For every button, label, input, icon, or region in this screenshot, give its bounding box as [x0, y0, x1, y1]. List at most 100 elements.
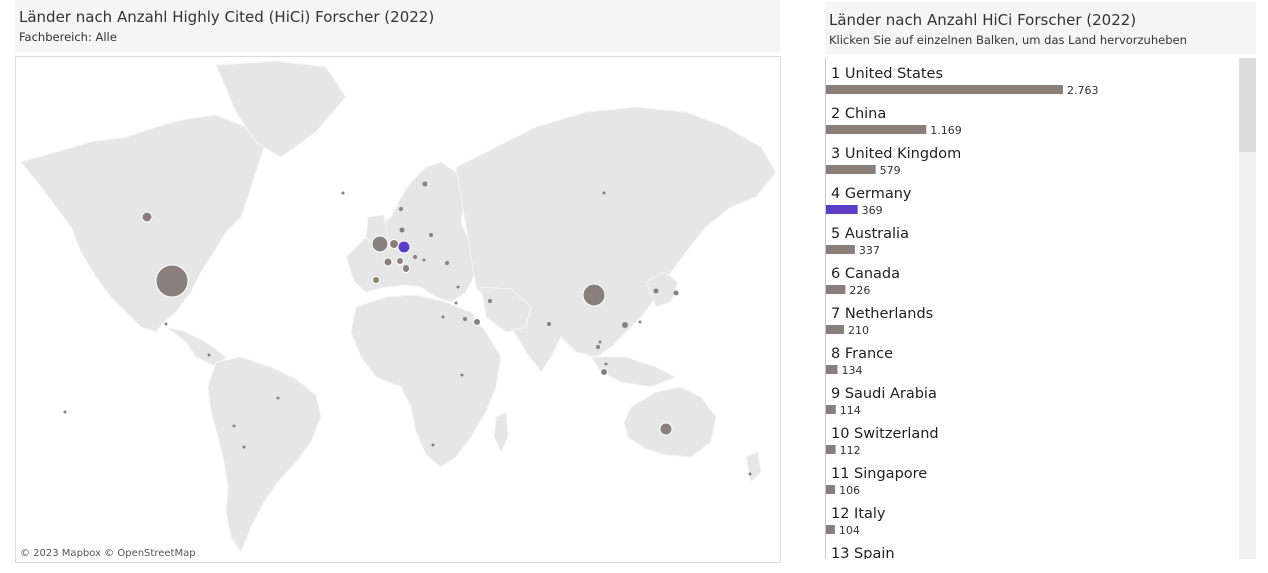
- bar[interactable]: [826, 205, 858, 214]
- bar-row[interactable]: 9 Saudi Arabia 114: [826, 386, 937, 417]
- bubble-small[interactable]: [375, 278, 379, 282]
- bubble-small[interactable]: [445, 261, 449, 265]
- bar[interactable]: [826, 365, 838, 374]
- bubble-small[interactable]: [460, 373, 464, 377]
- bar-value-label: 337: [859, 244, 880, 257]
- bar[interactable]: [826, 285, 846, 294]
- bar-row[interactable]: 13 Spain: [831, 546, 895, 559]
- bubble-china[interactable]: [582, 283, 606, 307]
- bubble-small[interactable]: [422, 181, 428, 187]
- bar-chart-scrollbar[interactable]: [1239, 58, 1256, 559]
- bar-row[interactable]: 1 United States 2.763: [826, 66, 1099, 97]
- bar-row[interactable]: 11 Singapore 106: [826, 466, 927, 497]
- bubble-small[interactable]: [422, 258, 426, 262]
- country-label[interactable]: 13 Spain: [831, 546, 895, 559]
- bar-value-label: 369: [862, 204, 883, 217]
- bubble-singapore[interactable]: [600, 368, 608, 376]
- bar[interactable]: [826, 325, 845, 334]
- bubble-small[interactable]: [399, 227, 405, 233]
- bubble-small[interactable]: [638, 320, 642, 324]
- bubble-small[interactable]: [456, 285, 460, 289]
- bubble-small[interactable]: [454, 301, 458, 305]
- bar-value-label: 226: [849, 284, 870, 297]
- country-label[interactable]: 7 Netherlands: [831, 306, 933, 322]
- bubble-france[interactable]: [383, 257, 393, 267]
- country-label[interactable]: 9 Saudi Arabia: [831, 386, 937, 402]
- bar-row[interactable]: 8 France 134: [826, 346, 893, 377]
- bubble-small[interactable]: [431, 443, 435, 447]
- map-attribution[interactable]: © 2023 Mapbox © OpenStreetMap: [20, 548, 196, 559]
- bubble-small[interactable]: [63, 410, 67, 414]
- bubble-australia[interactable]: [659, 422, 673, 436]
- country-label[interactable]: 11 Singapore: [831, 466, 927, 482]
- bubble-small[interactable]: [403, 265, 409, 271]
- country-label[interactable]: 1 United States: [831, 66, 943, 82]
- bar[interactable]: [826, 165, 876, 174]
- country-label[interactable]: 8 France: [831, 346, 893, 362]
- bubble-small[interactable]: [463, 317, 467, 321]
- bar[interactable]: [826, 525, 835, 534]
- bubble-small[interactable]: [598, 340, 602, 344]
- country-label[interactable]: 12 Italy: [831, 506, 886, 522]
- bar-value-label: 112: [840, 444, 861, 457]
- bubble-small[interactable]: [622, 322, 628, 328]
- bubble-small[interactable]: [547, 322, 551, 326]
- bubble-united-states[interactable]: [155, 264, 189, 298]
- bubble-small[interactable]: [673, 290, 679, 296]
- bar-value-label: 104: [839, 524, 860, 537]
- bubble-united-kingdom[interactable]: [371, 235, 389, 253]
- bar-row[interactable]: 6 Canada 226: [826, 266, 900, 297]
- bubble-netherlands[interactable]: [389, 239, 399, 249]
- country-label[interactable]: 6 Canada: [831, 266, 900, 282]
- bubble-small[interactable]: [441, 315, 445, 319]
- bubble-saudi-arabia[interactable]: [473, 318, 481, 326]
- country-label[interactable]: 10 Switzerland: [831, 426, 939, 442]
- bubble-small[interactable]: [242, 445, 246, 449]
- bubble-small[interactable]: [341, 191, 345, 195]
- bar-header: Länder nach Anzahl HiCi Forscher (2022) …: [825, 2, 1256, 54]
- map-header: Länder nach Anzahl Highly Cited (HiCi) F…: [15, 0, 780, 52]
- bar-row[interactable]: 12 Italy 104: [826, 506, 886, 537]
- country-label[interactable]: 5 Australia: [831, 226, 909, 242]
- bar-chart[interactable]: 1 United States 2.763 2 China 1.169 3 United…: [825, 58, 1240, 559]
- bubble-small[interactable]: [488, 299, 492, 303]
- country-label[interactable]: 4 Germany: [831, 186, 912, 202]
- bar[interactable]: [826, 85, 1063, 94]
- bar-value-label: 579: [880, 164, 901, 177]
- bubble-small[interactable]: [399, 207, 403, 211]
- bar[interactable]: [826, 445, 836, 454]
- bar[interactable]: [826, 405, 836, 414]
- bar[interactable]: [826, 245, 855, 254]
- country-label[interactable]: 2 China: [831, 106, 886, 122]
- bar-row[interactable]: 5 Australia 337: [826, 226, 909, 257]
- bar-title: Länder nach Anzahl HiCi Forscher (2022): [829, 11, 1137, 29]
- bubble-small[interactable]: [276, 396, 280, 400]
- bubble-small[interactable]: [232, 424, 236, 428]
- bar-row[interactable]: 7 Netherlands 210: [826, 306, 933, 337]
- bar-chart-canvas[interactable]: 1 United States 2.763 2 China 1.169 3 United…: [826, 58, 1240, 559]
- bubble-small[interactable]: [164, 322, 168, 326]
- bar-row[interactable]: 3 United Kingdom 579: [826, 146, 961, 177]
- world-map[interactable]: © 2023 Mapbox © OpenStreetMap: [15, 56, 781, 563]
- bubble-canada[interactable]: [141, 211, 153, 223]
- bubble-small[interactable]: [596, 345, 600, 349]
- bar-value-label: 114: [840, 404, 861, 417]
- bar-row[interactable]: 4 Germany 369: [826, 186, 912, 217]
- bubble-small[interactable]: [748, 472, 752, 476]
- country-label[interactable]: 3 United Kingdom: [831, 146, 961, 162]
- bubble-small[interactable]: [429, 233, 433, 237]
- map-title: Länder nach Anzahl Highly Cited (HiCi) F…: [19, 8, 435, 26]
- bar-row[interactable]: 2 China 1.169: [826, 106, 962, 137]
- map-canvas[interactable]: [16, 57, 780, 562]
- bar-row[interactable]: 10 Switzerland 112: [826, 426, 939, 457]
- bar[interactable]: [826, 125, 927, 134]
- bar[interactable]: [826, 485, 836, 494]
- bubble-small[interactable]: [604, 362, 608, 366]
- bubble-small[interactable]: [207, 353, 211, 357]
- bubble-germany[interactable]: [397, 240, 411, 254]
- bubble-switzerland[interactable]: [396, 257, 404, 265]
- scroll-thumb[interactable]: [1239, 58, 1256, 152]
- bubble-small[interactable]: [413, 255, 417, 259]
- bubble-small[interactable]: [653, 288, 659, 294]
- bubble-small[interactable]: [602, 191, 606, 195]
